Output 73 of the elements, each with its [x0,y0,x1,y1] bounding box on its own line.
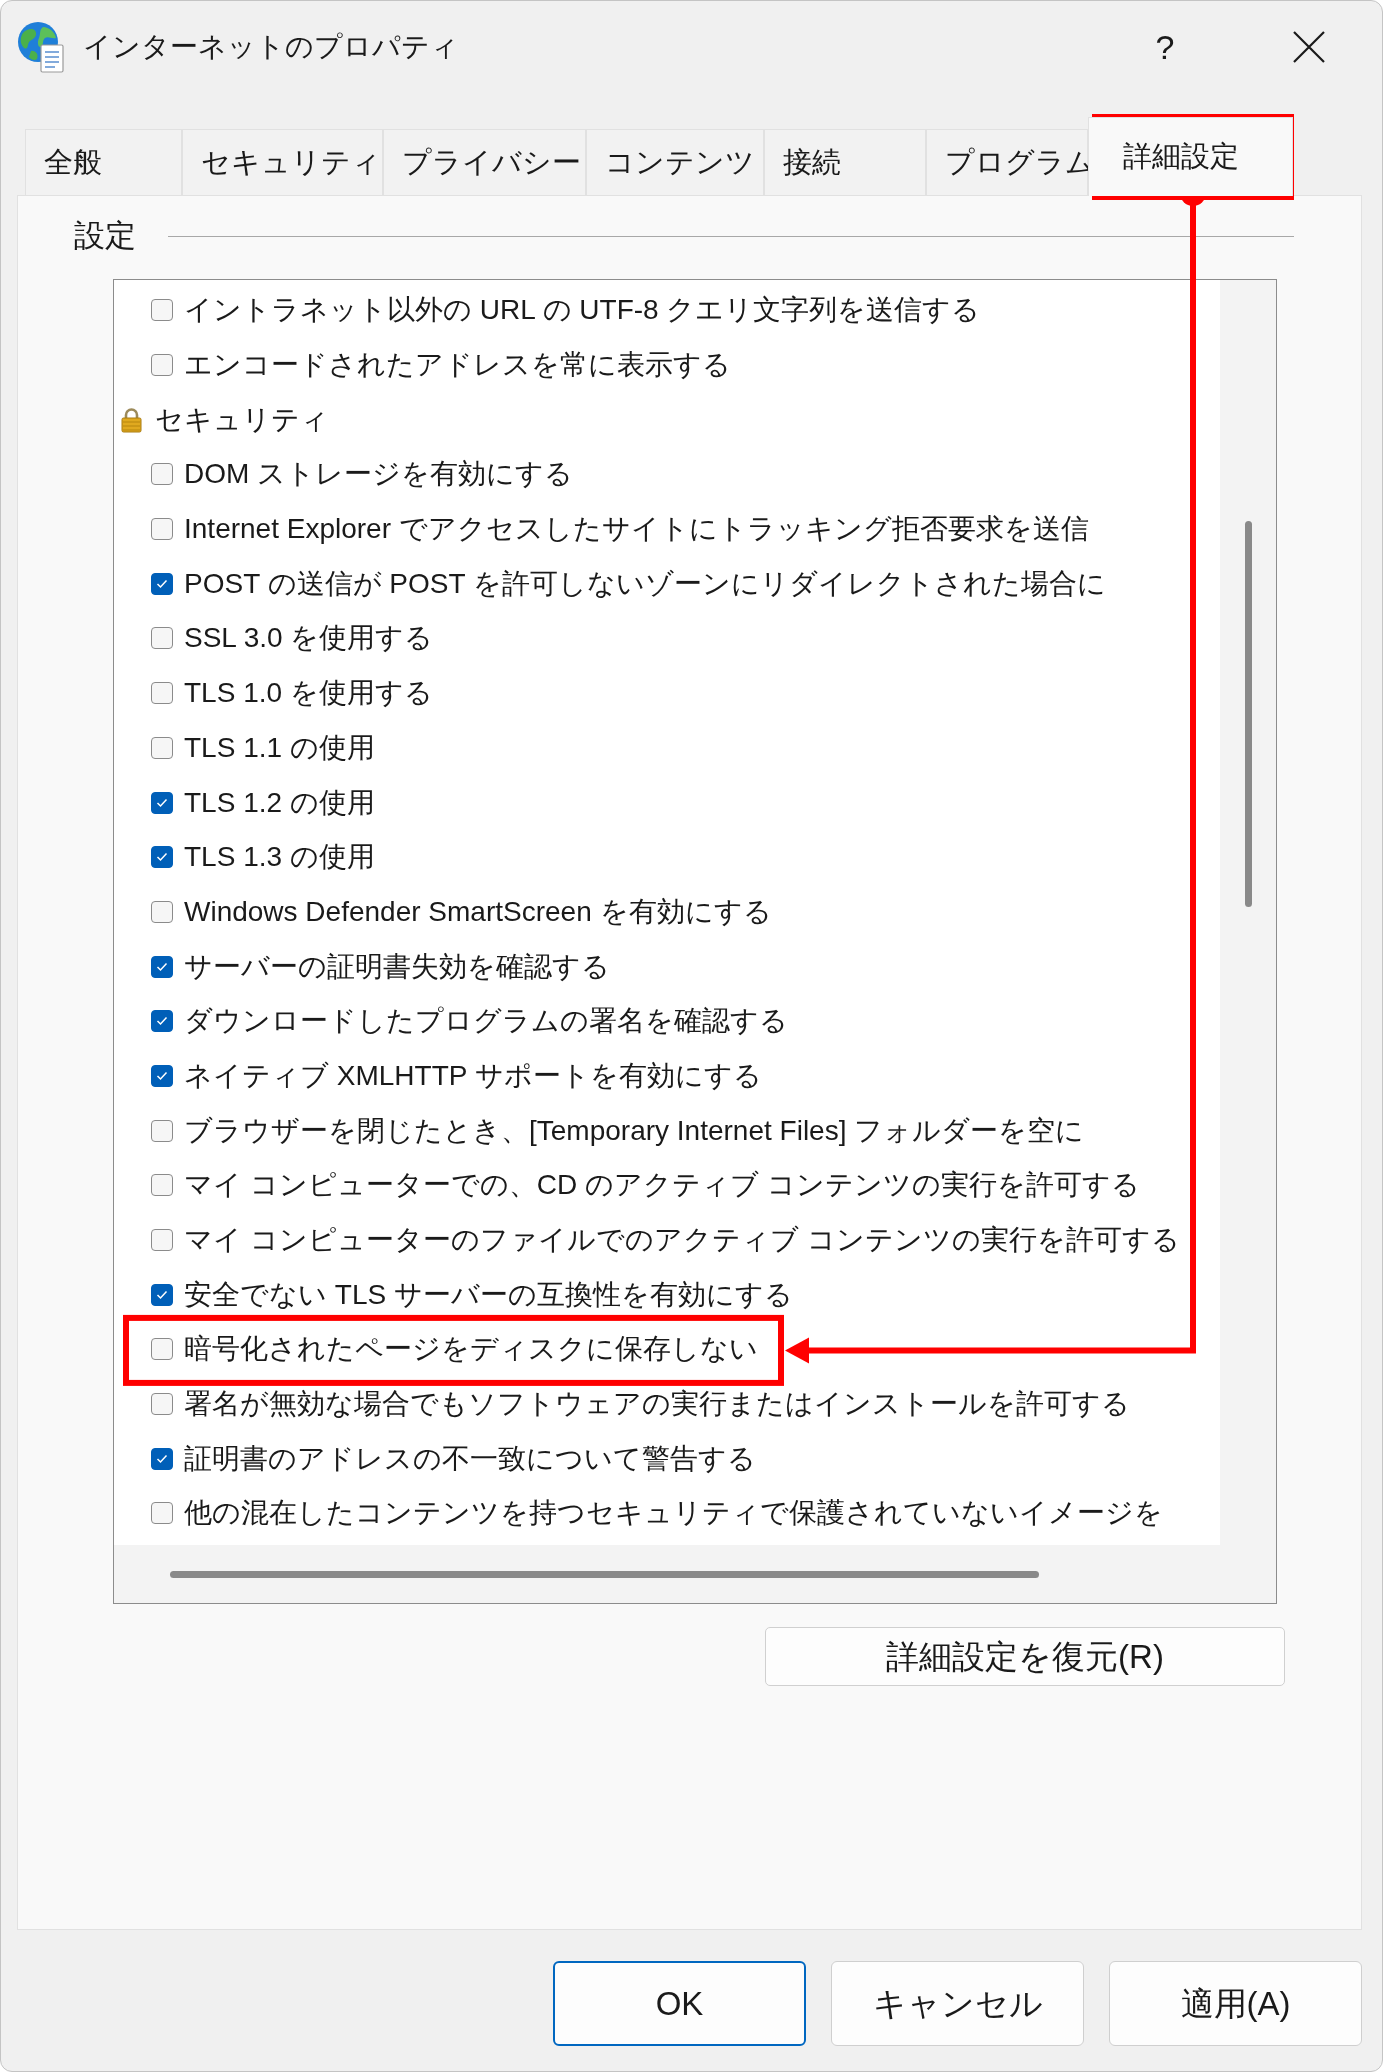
setting-label[interactable]: 安全でない TLS サーバーの互換性を有効にする [184,1273,793,1316]
close-icon [1293,31,1325,63]
tab[interactable]: セキュリティ [182,129,383,195]
check-icon [156,797,168,808]
check-icon [156,852,168,863]
setting-label[interactable]: TLS 1.2 の使用 [184,781,375,824]
apply-button[interactable]: 適用(A) [1109,1961,1362,2046]
checkbox[interactable] [151,900,173,923]
setting-label[interactable]: 証明書のアドレスの不一致について警告する [184,1437,756,1480]
tab[interactable]: 全般 [25,129,182,195]
checkbox[interactable] [151,955,173,978]
check-icon [156,1070,168,1081]
ok-button[interactable]: OK [553,1961,806,2046]
checkbox[interactable] [151,1229,173,1252]
group-box-label: 設定 [74,216,136,255]
checkbox[interactable] [151,1010,173,1033]
checkbox[interactable] [151,1338,173,1361]
checkbox[interactable] [151,518,173,541]
setting-label[interactable]: Windows Defender SmartScreen を有効にする [184,890,772,933]
setting-label[interactable]: 署名が無効な場合でもソフトウェアの実行またはインストールを許可する [184,1383,1130,1426]
setting-label[interactable]: マイ コンピューターでの、CD のアクティブ コンテンツの実行を許可する [184,1164,1140,1207]
checkbox[interactable] [151,1064,173,1087]
setting-label[interactable]: TLS 1.0 を使用する [184,672,433,715]
cancel-button[interactable]: キャンセル [831,1961,1084,2046]
tab[interactable]: 接続 [764,129,926,195]
check-icon [156,578,168,589]
checkbox[interactable] [151,791,173,814]
setting-label[interactable]: エンコードされたアドレスを常に表示する [184,344,731,387]
scrollbar-thumb[interactable] [1244,521,1252,907]
vertical-scrollbar[interactable] [1220,280,1276,1545]
checkbox[interactable] [151,299,173,322]
check-icon [156,1289,168,1300]
horizontal-scrollbar[interactable] [114,1545,1220,1603]
checkbox[interactable] [151,1174,173,1197]
setting-label[interactable]: 暗号化されたページをディスクに保存しない [184,1328,758,1371]
restore-defaults-button[interactable]: 詳細設定を復元(R) [765,1627,1285,1686]
group-label: セキュリティ [155,402,329,437]
scrollbar-thumb[interactable] [170,1570,1039,1578]
checkbox[interactable] [151,846,173,869]
checkbox[interactable] [151,572,173,595]
checkbox[interactable] [151,682,173,705]
checkbox[interactable] [151,736,173,759]
setting-label[interactable]: TLS 1.3 の使用 [184,836,375,879]
checkbox[interactable] [151,1393,173,1416]
checkbox[interactable] [151,354,173,377]
setting-label[interactable]: SSL 3.0 を使用する [184,617,434,660]
tab[interactable]: 詳細設定 [1088,117,1293,196]
checkbox[interactable] [151,1119,173,1142]
setting-label[interactable]: POST の送信が POST を許可しないゾーンにリダイレクトされた場合に [184,562,1106,605]
checkbox[interactable] [151,463,173,486]
tab[interactable]: プライバシー [383,129,586,195]
check-icon [156,1016,168,1027]
globe-page-icon [17,21,65,73]
setting-label[interactable]: Internet Explorer でアクセスしたサイトにトラッキング拒否要求を送信 [184,508,1089,551]
setting-label[interactable]: イントラネット以外の URL の UTF-8 クエリ文字列を送信する [184,289,981,332]
check-icon [156,1453,168,1464]
setting-label[interactable]: ブラウザーを閉じたとき、[Temporary Internet Files] フォルダーを空に [184,1109,1085,1152]
lock-icon [121,406,142,433]
setting-label[interactable]: ネイティブ XMLHTTP サポートを有効にする [184,1054,762,1097]
checkbox[interactable] [151,1447,173,1470]
window-title: インターネットのプロパティ [83,30,459,64]
setting-label[interactable]: サーバーの証明書失効を確認する [184,945,610,988]
checkbox[interactable] [151,627,173,650]
setting-label[interactable]: ダウンロードしたプログラムの署名を確認する [184,1000,788,1043]
setting-label[interactable]: TLS 1.1 の使用 [184,726,375,769]
check-icon [156,961,168,972]
setting-label[interactable]: 他の混在したコンテンツを持つセキュリティで保護されていないイメージを [184,1492,1163,1535]
setting-label[interactable]: DOM ストレージを有効にする [184,453,574,496]
setting-label[interactable]: マイ コンピューターのファイルでのアクティブ コンテンツの実行を許可する [184,1219,1180,1262]
checkbox[interactable] [151,1283,173,1306]
checkbox[interactable] [151,1502,173,1525]
help-button[interactable]: ? [1117,15,1213,79]
tab[interactable]: コンテンツ [586,129,764,195]
